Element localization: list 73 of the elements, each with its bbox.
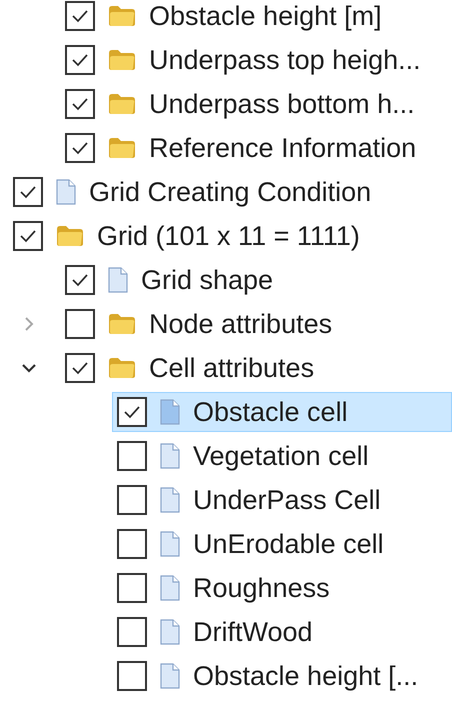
selected-tree-item[interactable]: Obstacle cell [112,392,452,432]
checkbox[interactable] [65,309,95,339]
folder-icon [107,136,137,160]
checkbox[interactable] [117,441,147,471]
document-icon [55,178,77,206]
tree-item[interactable]: Roughness [112,568,452,608]
tree-item[interactable]: Underpass bottom h... [60,84,452,124]
item-label: Obstacle height [... [193,662,418,690]
checkbox[interactable] [13,221,43,251]
item-label: Obstacle cell [193,398,348,426]
checkbox[interactable] [117,573,147,603]
checkbox[interactable] [65,353,95,383]
document-icon [159,486,181,514]
tree-item[interactable]: Cell attributes [60,348,452,388]
document-icon [159,398,181,426]
item-label: Node attributes [149,310,332,338]
checkbox[interactable] [65,133,95,163]
folder-icon [107,356,137,380]
document-icon [107,266,129,294]
item-label: Grid Creating Condition [89,178,372,206]
check-icon [70,360,90,376]
document-icon [159,574,181,602]
folder-icon [107,92,137,116]
check-icon [70,140,90,156]
document-icon [159,618,181,646]
folder-icon [107,312,137,336]
folder-icon [107,4,137,28]
checkbox[interactable] [65,1,95,31]
item-label: Grid shape [141,266,274,294]
checkbox[interactable] [65,265,95,295]
check-icon [70,52,90,68]
tree-item[interactable]: DriftWood [112,612,452,652]
item-label: Underpass bottom h... [149,90,415,118]
tree-item[interactable]: Obstacle height [... [112,656,452,696]
checkbox[interactable] [13,177,43,207]
tree-item[interactable]: Vegetation cell [112,436,452,476]
checkbox[interactable] [117,529,147,559]
folder-icon [55,224,85,248]
checkbox[interactable] [117,661,147,691]
tree-item[interactable]: Reference Information [60,128,452,168]
checkbox[interactable] [117,397,147,427]
tree-item[interactable]: Obstacle height [m] [60,0,452,36]
item-label: Cell attributes [149,354,314,382]
tree-item[interactable]: Node attributes [60,304,452,344]
tree-item[interactable]: Grid shape [60,260,452,300]
checkbox[interactable] [117,617,147,647]
check-icon [70,272,90,288]
tree-item[interactable]: UnErodable cell [112,524,452,564]
document-icon [159,662,181,690]
item-label: Vegetation cell [193,442,369,470]
item-label: Obstacle height [m] [149,2,382,30]
item-label: Roughness [193,574,330,602]
tree-item[interactable]: Underpass top heigh... [60,40,452,80]
checkbox[interactable] [65,89,95,119]
tree-item[interactable]: Grid Creating Condition [8,172,452,212]
check-icon [122,404,142,420]
item-label: Underpass top heigh... [149,46,421,74]
tree-item[interactable]: UnderPass Cell [112,480,452,520]
check-icon [18,184,38,200]
item-label: UnErodable cell [193,530,384,558]
item-label: Reference Information [149,134,416,162]
check-icon [18,228,38,244]
document-icon [159,530,181,558]
document-icon [159,442,181,470]
checkbox[interactable] [117,485,147,515]
checkbox[interactable] [65,45,95,75]
folder-icon [107,48,137,72]
item-label: DriftWood [193,618,313,646]
item-label: UnderPass Cell [193,486,381,514]
tree-item[interactable]: Grid (101 x 11 = 1111) [8,216,452,256]
check-icon [70,8,90,24]
check-icon [70,96,90,112]
item-label: Grid (101 x 11 = 1111) [97,222,360,250]
